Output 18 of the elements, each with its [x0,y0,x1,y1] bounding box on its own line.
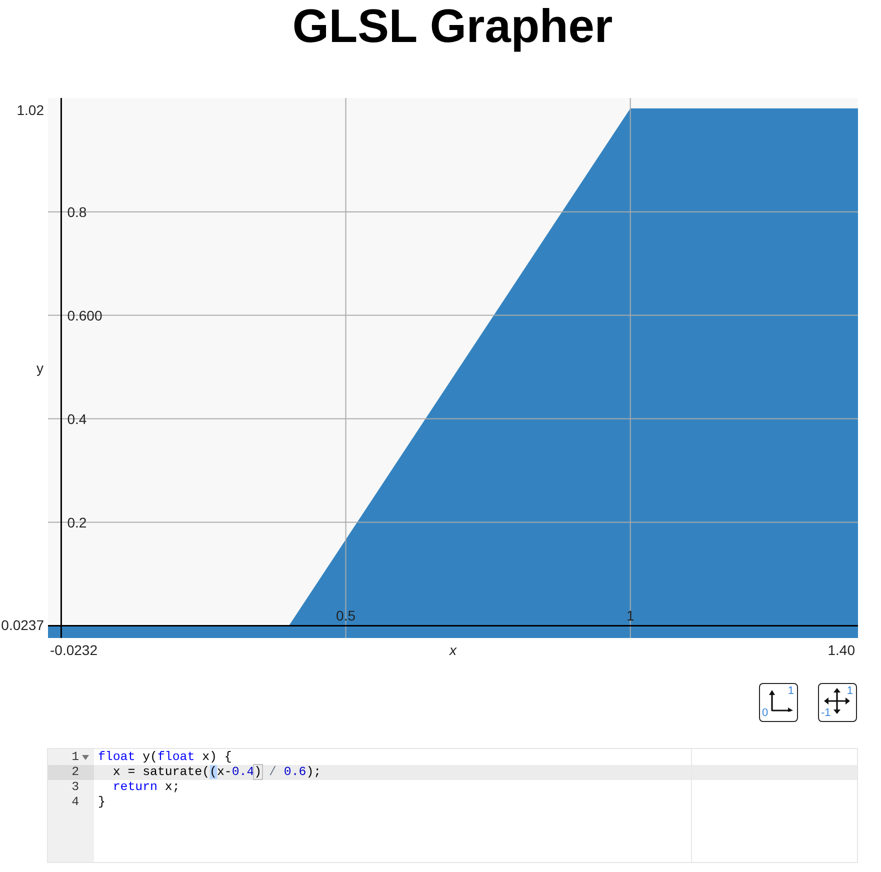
line-number: 2 [48,765,94,780]
range-label: -0.0232 [50,642,98,658]
line-number: 3 [70,780,80,795]
line-number: 1 [70,750,79,765]
code-line: float y(float x) { [97,750,233,765]
code-line: return x; [112,780,181,795]
range-label: 1.02 [16,102,44,118]
range-label: 0.0237 [1,617,44,633]
code-line: } [97,795,106,810]
axis-label: y [36,360,44,376]
page-title: GLSL Grapher [292,0,613,52]
tick-label: 0.4 [67,410,87,427]
tick-label: 0.2 [67,514,87,530]
line-number: 4 [70,795,80,810]
axis-label: x [450,642,456,658]
tick-label: 0.8 [67,204,87,220]
range-label: 1.40 [828,642,855,658]
tick-label: 0.600 [67,307,102,324]
